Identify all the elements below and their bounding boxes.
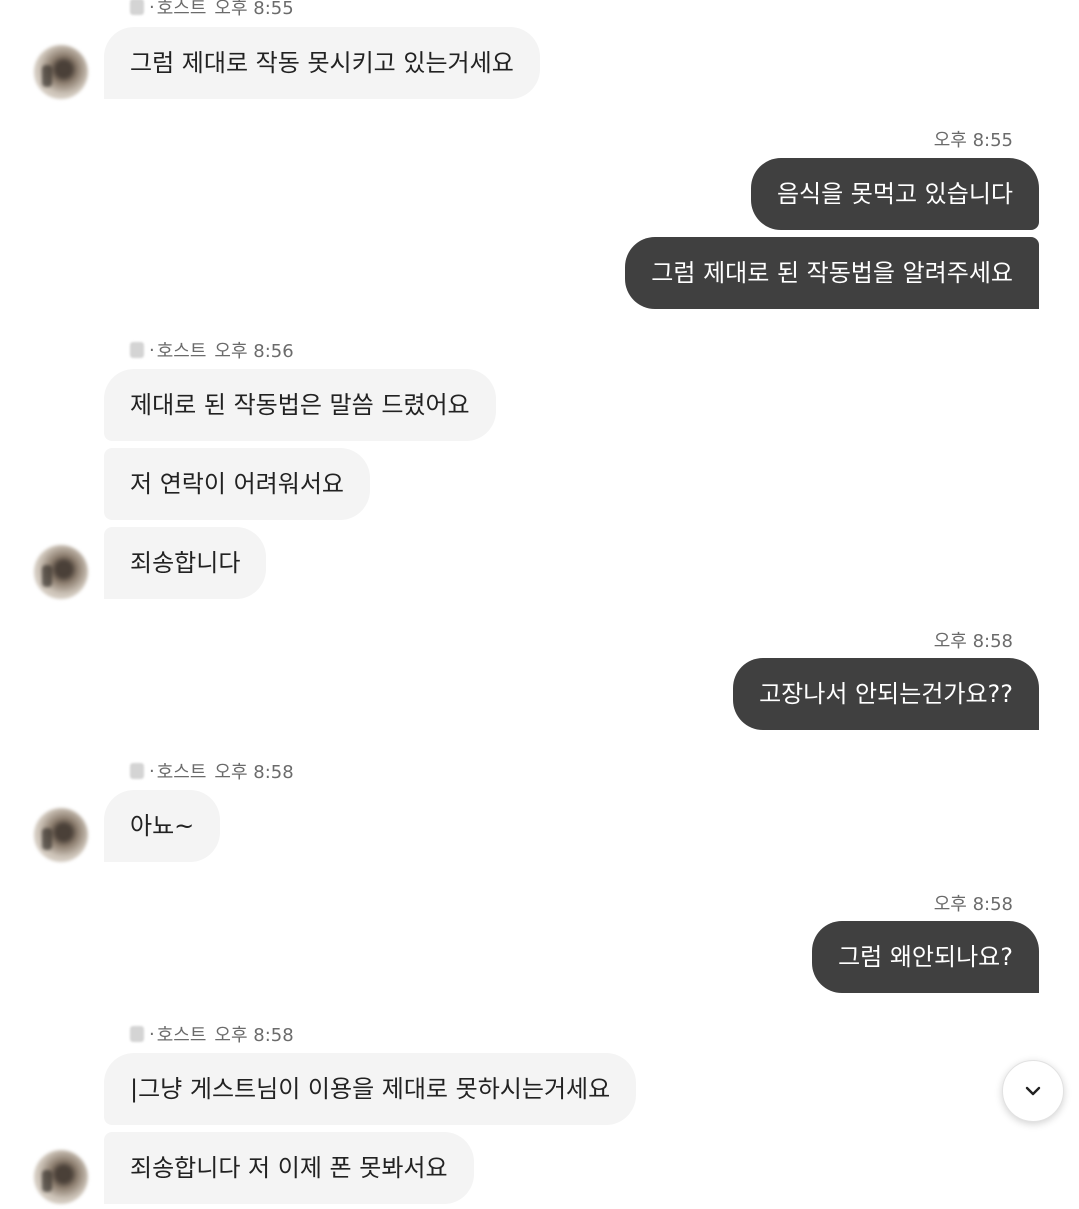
- scroll-down-button[interactable]: [1002, 1060, 1064, 1122]
- message-text: 아뇨~: [130, 812, 195, 840]
- message-text: 죄송합니다: [130, 549, 241, 577]
- host-avatar[interactable]: [34, 545, 88, 599]
- message-text: 저 연락이 어려워서요: [130, 470, 344, 498]
- sender-role: 호스트: [156, 1025, 207, 1046]
- message-time: 오후 8:56: [214, 341, 294, 362]
- sender-name-blurred: [130, 0, 144, 15]
- sender-name-blurred: [130, 342, 144, 358]
- message-time: 오후 8:58: [933, 631, 1013, 652]
- outgoing-message[interactable]: 그럼 왜안되나요?: [812, 921, 1039, 993]
- incoming-message[interactable]: 아뇨~: [104, 790, 221, 862]
- message-text: 고장나서 안되는건가요??: [759, 680, 1013, 708]
- incoming-message[interactable]: 저 연락이 어려워서요: [104, 448, 370, 520]
- sender-name-blurred: [130, 763, 144, 779]
- message-time-meta: 오후 8:58: [934, 627, 1013, 653]
- message-time: 오후 8:55: [933, 130, 1013, 151]
- incoming-message[interactable]: 죄송합니다 저 이제 폰 못봐서요: [104, 1132, 474, 1204]
- sender-meta: · 호스트 오후 8:56: [130, 337, 294, 363]
- sender-role: 호스트: [156, 341, 207, 362]
- sender-role: 호스트: [156, 0, 207, 19]
- message-text: 제대로 된 작동법은 말씀 드렸어요: [130, 391, 470, 419]
- message-text: 죄송합니다 저 이제 폰 못봐서요: [130, 1154, 448, 1182]
- incoming-message[interactable]: 제대로 된 작동법은 말씀 드렸어요: [104, 369, 496, 441]
- chevron-down-icon: [1025, 1086, 1041, 1096]
- message-text: |그냥 게스트님이 이용을 제대로 못하시는거세요: [130, 1075, 611, 1103]
- sender-meta: · 호스트 오후 8:55: [130, 0, 294, 20]
- outgoing-message[interactable]: 그럼 제대로 된 작동법을 알려주세요: [625, 237, 1039, 309]
- message-time: 오후 8:55: [214, 0, 294, 19]
- message-time: 오후 8:58: [214, 762, 294, 783]
- host-avatar[interactable]: [34, 1150, 88, 1204]
- message-time-meta: 오후 8:58: [934, 890, 1013, 916]
- message-time-meta: 오후 8:55: [934, 126, 1013, 152]
- outgoing-message[interactable]: 음식을 못먹고 있습니다: [750, 158, 1039, 230]
- message-text: 그럼 제대로 된 작동법을 알려주세요: [651, 259, 1013, 287]
- message-text: 그럼 왜안되나요?: [838, 943, 1013, 971]
- outgoing-message[interactable]: 고장나서 안되는건가요??: [733, 658, 1039, 730]
- incoming-message[interactable]: |그냥 게스트님이 이용을 제대로 못하시는거세요: [104, 1053, 637, 1125]
- host-avatar[interactable]: [34, 45, 88, 99]
- sender-name-blurred: [130, 1026, 144, 1042]
- incoming-message[interactable]: 그럼 제대로 작동 못시키고 있는거세요: [104, 27, 540, 99]
- sender-meta: · 호스트 오후 8:58: [130, 1021, 294, 1047]
- host-avatar[interactable]: [34, 808, 88, 862]
- incoming-message[interactable]: 죄송합니다: [104, 527, 267, 599]
- message-time: 오후 8:58: [933, 894, 1013, 915]
- sender-meta: · 호스트 오후 8:58: [130, 758, 294, 784]
- message-text: 그럼 제대로 작동 못시키고 있는거세요: [130, 49, 514, 77]
- message-time: 오후 8:58: [214, 1025, 294, 1046]
- message-text: 음식을 못먹고 있습니다: [776, 180, 1013, 208]
- sender-role: 호스트: [156, 762, 207, 783]
